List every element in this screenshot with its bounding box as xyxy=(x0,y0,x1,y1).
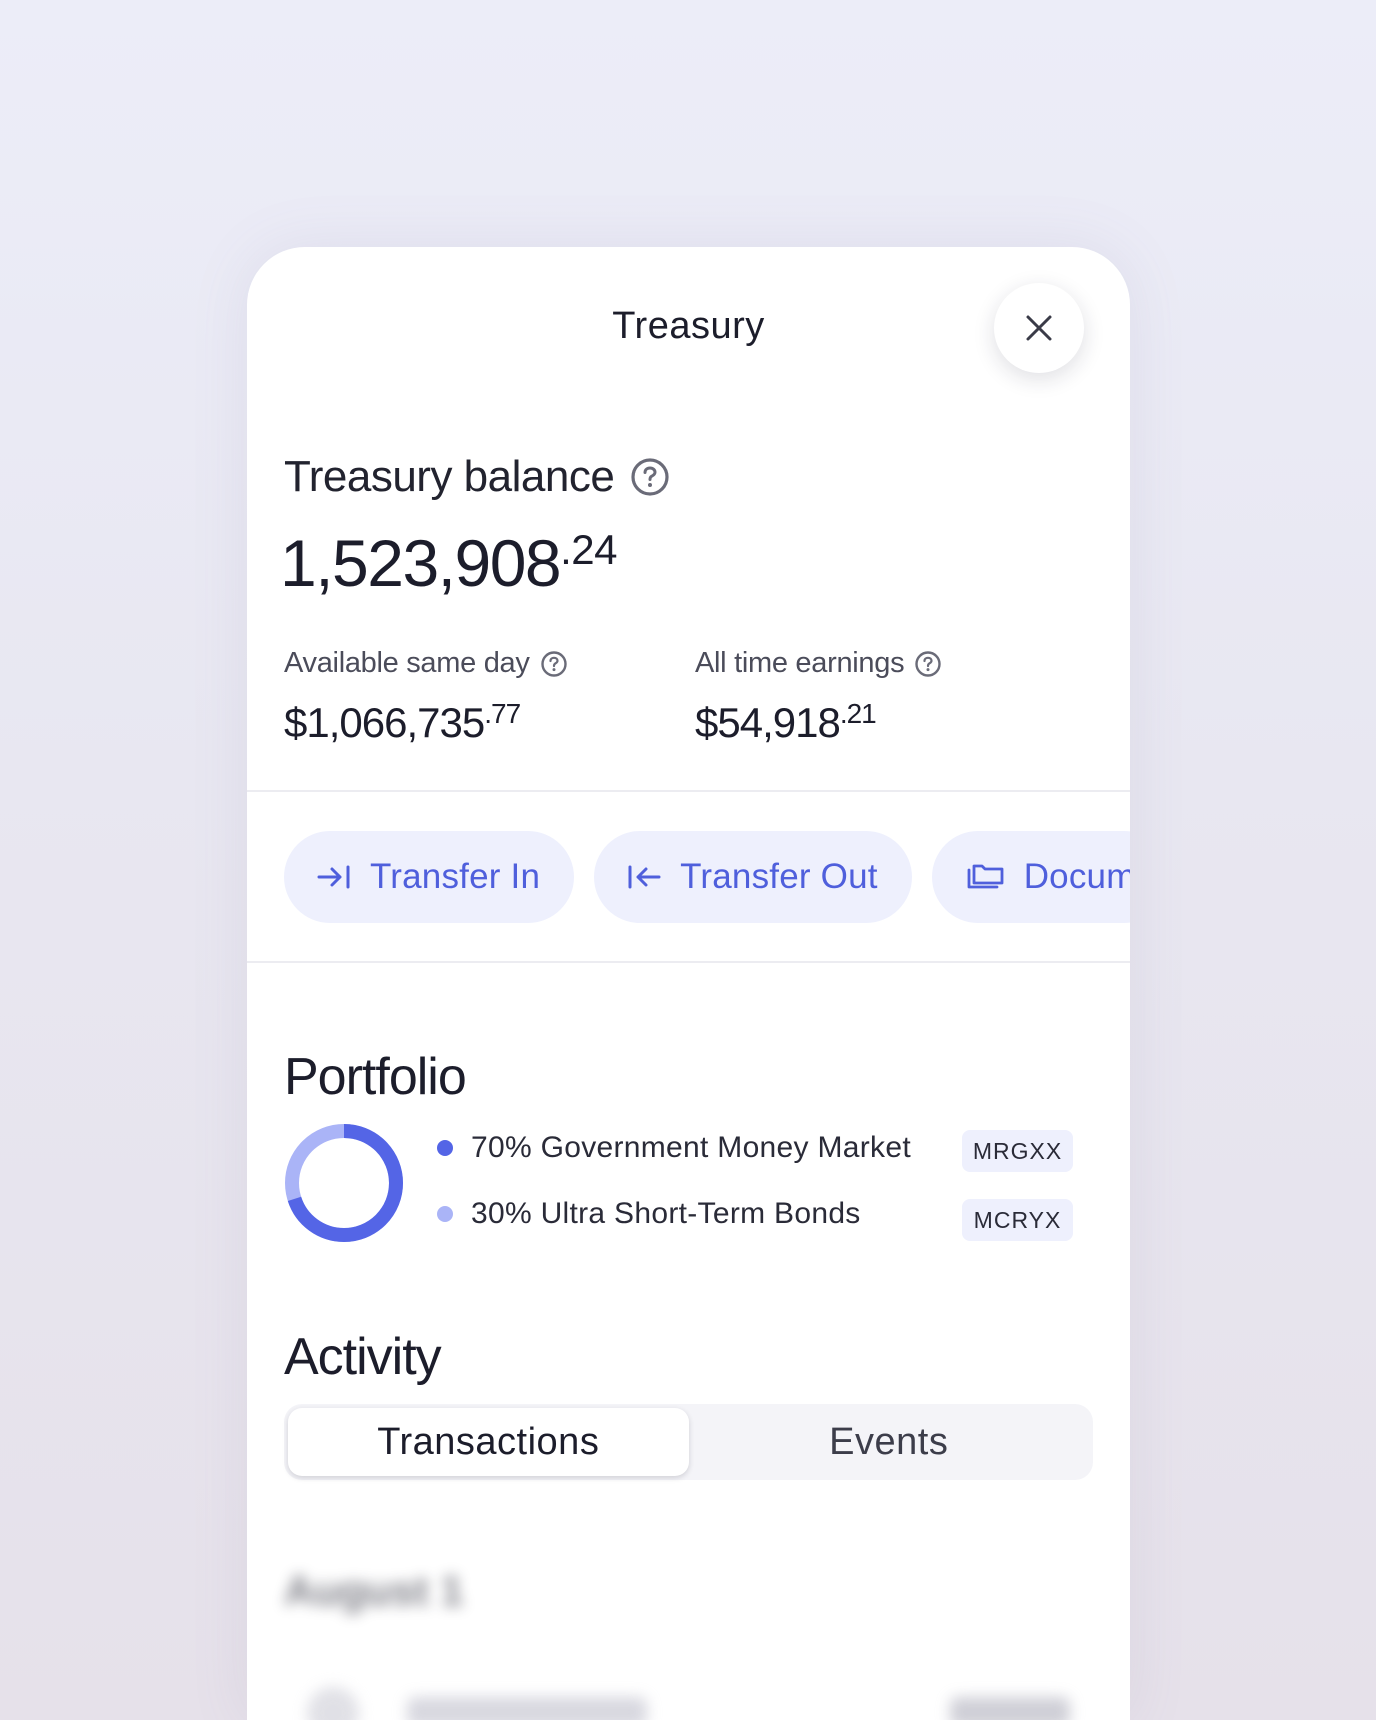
close-button[interactable] xyxy=(994,283,1084,373)
transfer-in-icon xyxy=(317,865,350,889)
documents-label: Docum xyxy=(1023,857,1130,896)
portfolio-donut-chart xyxy=(285,1124,403,1242)
transaction-description xyxy=(407,1697,647,1720)
available-label: Available same day xyxy=(284,647,530,679)
tab-events[interactable]: Events xyxy=(689,1408,1090,1476)
activity-title: Activity xyxy=(284,1328,442,1386)
all-time-earnings: All time earnings $54,918.21 xyxy=(695,647,942,747)
legend-label: 30% Ultra Short-Term Bonds xyxy=(471,1197,861,1230)
available-cents: .77 xyxy=(484,698,521,729)
activity-tabs: Transactions Events xyxy=(284,1404,1093,1480)
transfer-in-button[interactable]: Transfer In xyxy=(284,831,575,923)
help-icon[interactable] xyxy=(630,457,670,497)
date-heading: August 1 xyxy=(284,1567,464,1614)
help-icon[interactable] xyxy=(914,650,942,678)
close-icon xyxy=(1026,315,1052,341)
portfolio-title: Portfolio xyxy=(284,1048,467,1106)
portfolio-legend-item: 30% Ultra Short-Term Bonds xyxy=(437,1197,861,1231)
transaction-icon xyxy=(307,1687,359,1720)
legend-dot xyxy=(437,1206,453,1222)
documents-button[interactable]: Docum xyxy=(931,831,1130,923)
transaction-amount xyxy=(950,1697,1070,1720)
treasury-sheet: Treasury Treasury balance 1,523,908.24 A… xyxy=(247,247,1130,1720)
available-whole: $1,066,735 xyxy=(284,699,485,746)
earnings-cents: .21 xyxy=(839,698,877,729)
balance-label-row: Treasury balance xyxy=(284,452,670,502)
earnings-label: All time earnings xyxy=(695,647,905,679)
legend-label: 70% Government Money Market xyxy=(471,1131,911,1164)
transfer-out-label: Transfer Out xyxy=(680,857,878,896)
folder-icon xyxy=(967,864,1004,889)
ticker-badge: MRGXX xyxy=(962,1130,1073,1172)
balance-whole: 1,523,908 xyxy=(280,526,562,600)
transfer-out-icon xyxy=(628,865,661,889)
divider xyxy=(247,961,1130,963)
action-bar: Transfer In Transfer Out Docum xyxy=(284,831,1130,923)
help-icon[interactable] xyxy=(540,650,568,678)
earnings-whole: $54,918 xyxy=(695,699,841,746)
available-amount: $1,066,735.77 xyxy=(284,698,568,747)
earnings-amount: $54,918.21 xyxy=(695,698,942,747)
ticker-badge: MCRYX xyxy=(962,1199,1073,1241)
divider xyxy=(247,790,1130,792)
balance-amount: 1,523,908.24 xyxy=(280,525,618,601)
blurred-transaction-list: August 1 xyxy=(247,1537,1130,1720)
legend-dot xyxy=(437,1140,453,1156)
balance-label: Treasury balance xyxy=(284,452,615,501)
tab-transactions[interactable]: Transactions xyxy=(288,1408,689,1476)
balance-cents: .24 xyxy=(560,526,618,573)
portfolio-legend-item: 70% Government Money Market xyxy=(437,1131,911,1165)
available-same-day: Available same day $1,066,735.77 xyxy=(284,647,568,747)
transfer-out-button[interactable]: Transfer Out xyxy=(594,831,912,923)
transfer-in-label: Transfer In xyxy=(370,857,541,896)
